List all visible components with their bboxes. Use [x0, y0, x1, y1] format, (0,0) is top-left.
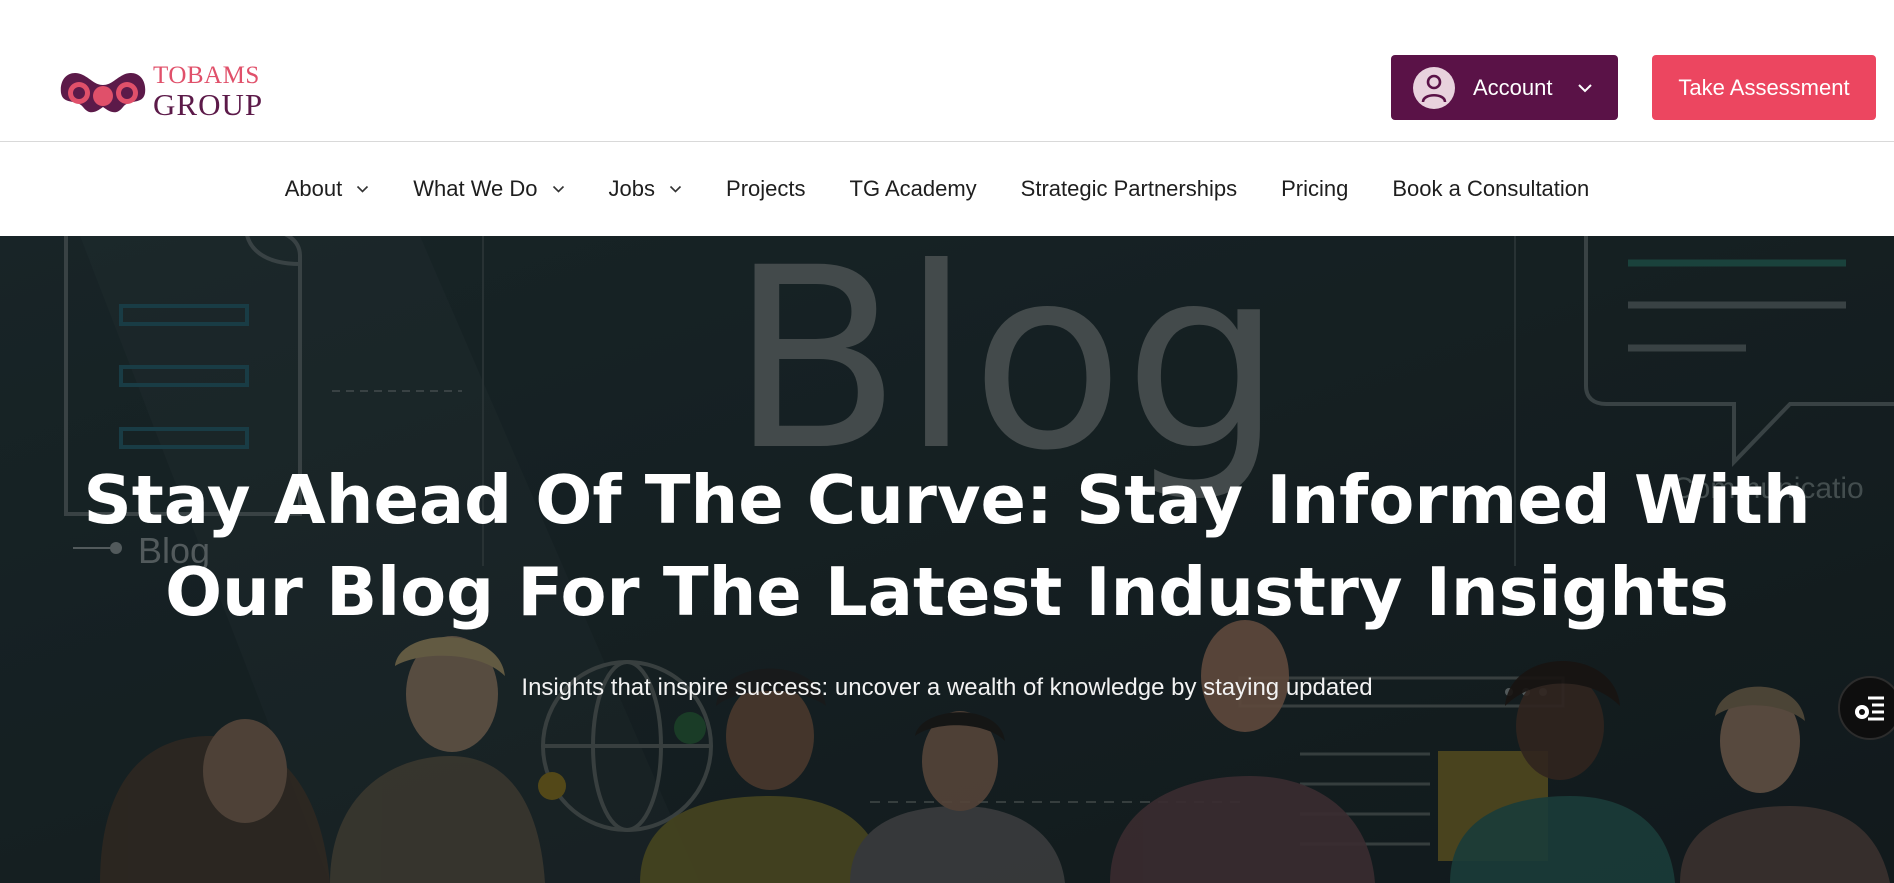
nav-item-label: Book a Consultation [1392, 176, 1590, 201]
logo-wordmark: TOBAMS GROUP [153, 63, 263, 120]
nav-item-label: Strategic Partnerships [1020, 176, 1238, 201]
nav-item-label: Projects [726, 176, 806, 201]
hero-title: Stay Ahead Of The Curve: Stay Informed W… [0, 454, 1894, 638]
nav-item-projects[interactable]: Projects [726, 176, 805, 202]
nav-item-about[interactable]: About [285, 176, 370, 202]
nav-item-label: TG Academy [849, 176, 977, 201]
accessibility-menu-icon[interactable] [1838, 676, 1894, 740]
chevron-down-icon [1577, 83, 1593, 93]
nav-item-label: What We Do [413, 176, 538, 201]
people-logo-icon [60, 73, 146, 113]
main-nav: About What We Do Jobs Projects TG Academy Str… [0, 142, 1894, 236]
site-header: TOBAMS GROUP Account Take Assessment [0, 0, 1894, 142]
hero-subtitle: Insights that inspire success: uncover a… [521, 674, 1373, 701]
chevron-down-icon [356, 185, 369, 193]
nav-item-pricing[interactable]: Pricing [1281, 176, 1348, 202]
nav-item-strategic-partnerships[interactable]: Strategic Partnerships [1021, 176, 1237, 202]
nav-item-tg-academy[interactable]: TG Academy [850, 176, 977, 202]
chevron-down-icon [552, 185, 565, 193]
nav-item-label: About [284, 176, 343, 201]
nav-item-what-we-do[interactable]: What We Do [413, 176, 564, 202]
nav-list: About What We Do Jobs Projects TG Academy Str… [285, 176, 1590, 202]
nav-item-label: Jobs [608, 176, 656, 201]
chevron-down-icon [669, 185, 682, 193]
nav-item-book-a-consultation[interactable]: Book a Consultation [1392, 176, 1589, 202]
account-button[interactable]: Account [1391, 55, 1618, 120]
logo-line-1: TOBAMS [153, 61, 260, 89]
account-label: Account [1473, 74, 1553, 100]
user-avatar-icon [1413, 66, 1455, 109]
nav-item-jobs[interactable]: Jobs [609, 176, 682, 202]
hero-banner: Blog Blog Communicatio Stay Ahead Of The… [0, 236, 1894, 883]
take-assessment-button[interactable]: Take Assessment [1652, 55, 1876, 120]
logo-line-2: GROUP [153, 86, 264, 122]
hero-title-line-1: Stay Ahead Of The Curve: Stay Informed W… [83, 461, 1811, 539]
site-logo[interactable]: TOBAMS GROUP [57, 60, 267, 122]
nav-item-label: Pricing [1281, 176, 1349, 201]
hero-title-line-2: Our Blog For The Latest Industry Insight… [165, 553, 1729, 631]
